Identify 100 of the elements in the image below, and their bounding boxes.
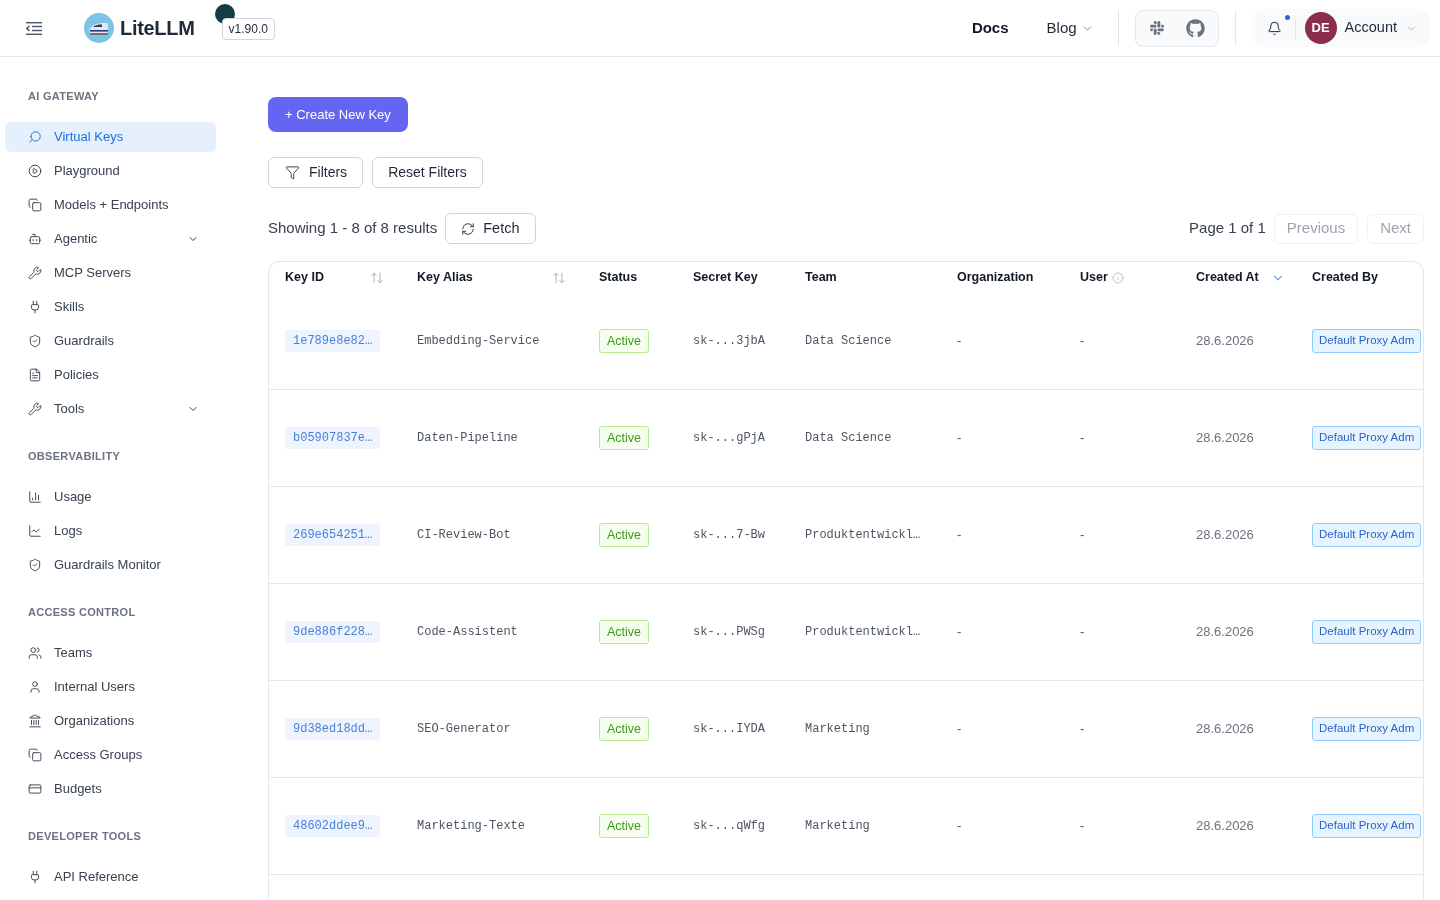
shield-check-icon xyxy=(28,558,42,572)
nav-item[interactable]: Teams xyxy=(5,638,216,668)
table-cell-text: Code-Assistent xyxy=(417,624,518,641)
creator-tag: Default Proxy Adm xyxy=(1312,523,1422,547)
table-cell-text: - xyxy=(957,526,962,545)
search-icon xyxy=(28,130,42,144)
creator-tag: Default Proxy Adm xyxy=(1312,620,1422,644)
robot-icon xyxy=(28,232,42,246)
table-cell-text: - xyxy=(1080,429,1085,448)
table-cell-text: Produktentwickl… xyxy=(805,624,921,641)
table-cell-text: - xyxy=(1080,526,1085,545)
table-cell-text: CI-Review-Bot xyxy=(417,527,511,544)
bell-icon[interactable] xyxy=(1266,20,1282,36)
creator-tag: Default Proxy Adm xyxy=(1312,717,1422,741)
status-badge: Active xyxy=(599,425,650,451)
nav-item[interactable]: Usage xyxy=(5,482,216,512)
user-icon xyxy=(28,680,42,694)
filter-icon xyxy=(285,165,300,180)
wrench-icon xyxy=(28,266,42,280)
fetch-button[interactable]: Fetch xyxy=(445,213,536,244)
column-header: Created By xyxy=(1312,269,1378,287)
table-cell-text: Data Science xyxy=(805,430,892,447)
nav-item[interactable]: Agentic xyxy=(5,224,216,254)
overlapping-squares-icon xyxy=(28,198,42,212)
account-menu[interactable]: DE Account xyxy=(1251,9,1430,47)
table-cell-text: - xyxy=(1080,720,1085,739)
key-id-tag[interactable]: 9d38ed18dd… xyxy=(285,718,381,740)
nav-item[interactable]: Logs xyxy=(5,516,216,546)
line-chart-icon xyxy=(28,524,42,538)
github-logo-icon[interactable] xyxy=(1185,18,1205,38)
document-icon xyxy=(28,368,42,382)
key-id-tag[interactable]: 269e654251… xyxy=(285,524,381,546)
account-label: Account xyxy=(1344,18,1397,38)
nav-item[interactable]: Skills xyxy=(5,292,216,322)
credit-card-icon xyxy=(28,782,42,796)
key-id-tag[interactable]: 9de886f228… xyxy=(285,621,381,643)
column-header: Created At xyxy=(1196,269,1259,287)
status-badge: Active xyxy=(599,522,650,548)
section-heading: ACCESS CONTROL xyxy=(28,604,136,620)
table-cell-text: - xyxy=(957,332,962,351)
users-icon xyxy=(28,646,42,660)
menu-icon[interactable] xyxy=(26,21,42,35)
brand-name: LiteLLM xyxy=(120,16,195,41)
train-logo-icon xyxy=(84,13,114,43)
key-id-tag[interactable]: 48602ddee9… xyxy=(285,815,381,837)
nav-item[interactable]: Tools xyxy=(5,394,216,424)
table-cell-text: SEO-Generator xyxy=(417,721,511,738)
nav-link[interactable]: Blog xyxy=(1046,16,1094,40)
nav-item[interactable]: Virtual Keys xyxy=(5,122,216,152)
table-cell-text: Marketing-Texte xyxy=(417,818,526,835)
table-cell-text: - xyxy=(957,817,962,836)
table-cell-text: 28.6.2026 xyxy=(1196,720,1254,739)
nav-item[interactable]: Budgets xyxy=(5,774,216,804)
table-cell-text: 28.6.2026 xyxy=(1196,623,1254,642)
filters-button[interactable]: Filters xyxy=(268,157,364,188)
table-cell-text: sk-...IYDA xyxy=(693,721,765,738)
table-cell-text: sk-...PWSg xyxy=(693,624,765,641)
nav-item[interactable]: Access Groups xyxy=(5,740,216,770)
table-cell-text: 28.6.2026 xyxy=(1196,526,1254,545)
overlapping-squares-icon xyxy=(28,748,42,762)
nav-item[interactable]: Models + Endpoints xyxy=(5,190,216,220)
nav-item[interactable]: Guardrails Monitor xyxy=(5,550,216,580)
nav-item[interactable]: Playground xyxy=(5,156,216,186)
nav-item[interactable]: Internal Users xyxy=(5,672,216,702)
nav-item[interactable]: Organizations xyxy=(5,706,216,736)
bar-chart-icon xyxy=(28,490,42,504)
slack-logo-icon[interactable] xyxy=(1148,20,1165,36)
creator-tag: Default Proxy Adm xyxy=(1312,814,1422,838)
avatar-initials: DE xyxy=(1304,12,1337,44)
column-header: Organization xyxy=(957,269,1034,287)
creator-tag: Default Proxy Adm xyxy=(1312,329,1422,353)
table-cell-text: 28.6.2026 xyxy=(1196,429,1254,448)
page-indicator: Page 1 of 1 xyxy=(1189,218,1266,239)
table-cell-text: - xyxy=(957,623,962,642)
column-header: User xyxy=(1080,269,1108,287)
table-cell-text: sk-...7-Bw xyxy=(693,527,765,544)
table-cell-text: Produktentwickl… xyxy=(805,527,921,544)
version-label: v1.90.0 xyxy=(221,18,275,40)
play-circle-icon xyxy=(28,164,42,178)
nav-item[interactable]: Policies xyxy=(5,360,216,390)
creator-tag: Default Proxy Adm xyxy=(1312,426,1422,450)
nav-item[interactable]: API Reference xyxy=(5,862,216,892)
table-cell-text: Embedding-Service xyxy=(417,333,540,350)
reset-filters-button[interactable]: Reset Filters xyxy=(372,157,483,188)
nav-link[interactable]: Docs xyxy=(971,16,1009,40)
plug-icon xyxy=(28,870,42,884)
column-header: Key Alias xyxy=(417,269,473,287)
key-id-tag[interactable]: b05907837e… xyxy=(285,427,381,449)
table-cell-text: - xyxy=(957,429,962,448)
column-header: Secret Key xyxy=(693,269,758,287)
nav-item[interactable]: Guardrails xyxy=(5,326,216,356)
nav-item[interactable]: MCP Servers xyxy=(5,258,216,288)
key-id-tag[interactable]: 1e789e8e82… xyxy=(285,330,381,352)
status-badge: Active xyxy=(599,328,650,354)
shield-check-icon xyxy=(28,334,42,348)
wrench-icon xyxy=(28,402,42,416)
table-cell-text: Marketing xyxy=(805,721,870,738)
create-key-button[interactable]: + Create New Key xyxy=(268,97,408,132)
results-summary: Showing 1 - 8 of 8 results xyxy=(268,218,438,239)
section-heading: OBSERVABILITY xyxy=(28,448,121,464)
